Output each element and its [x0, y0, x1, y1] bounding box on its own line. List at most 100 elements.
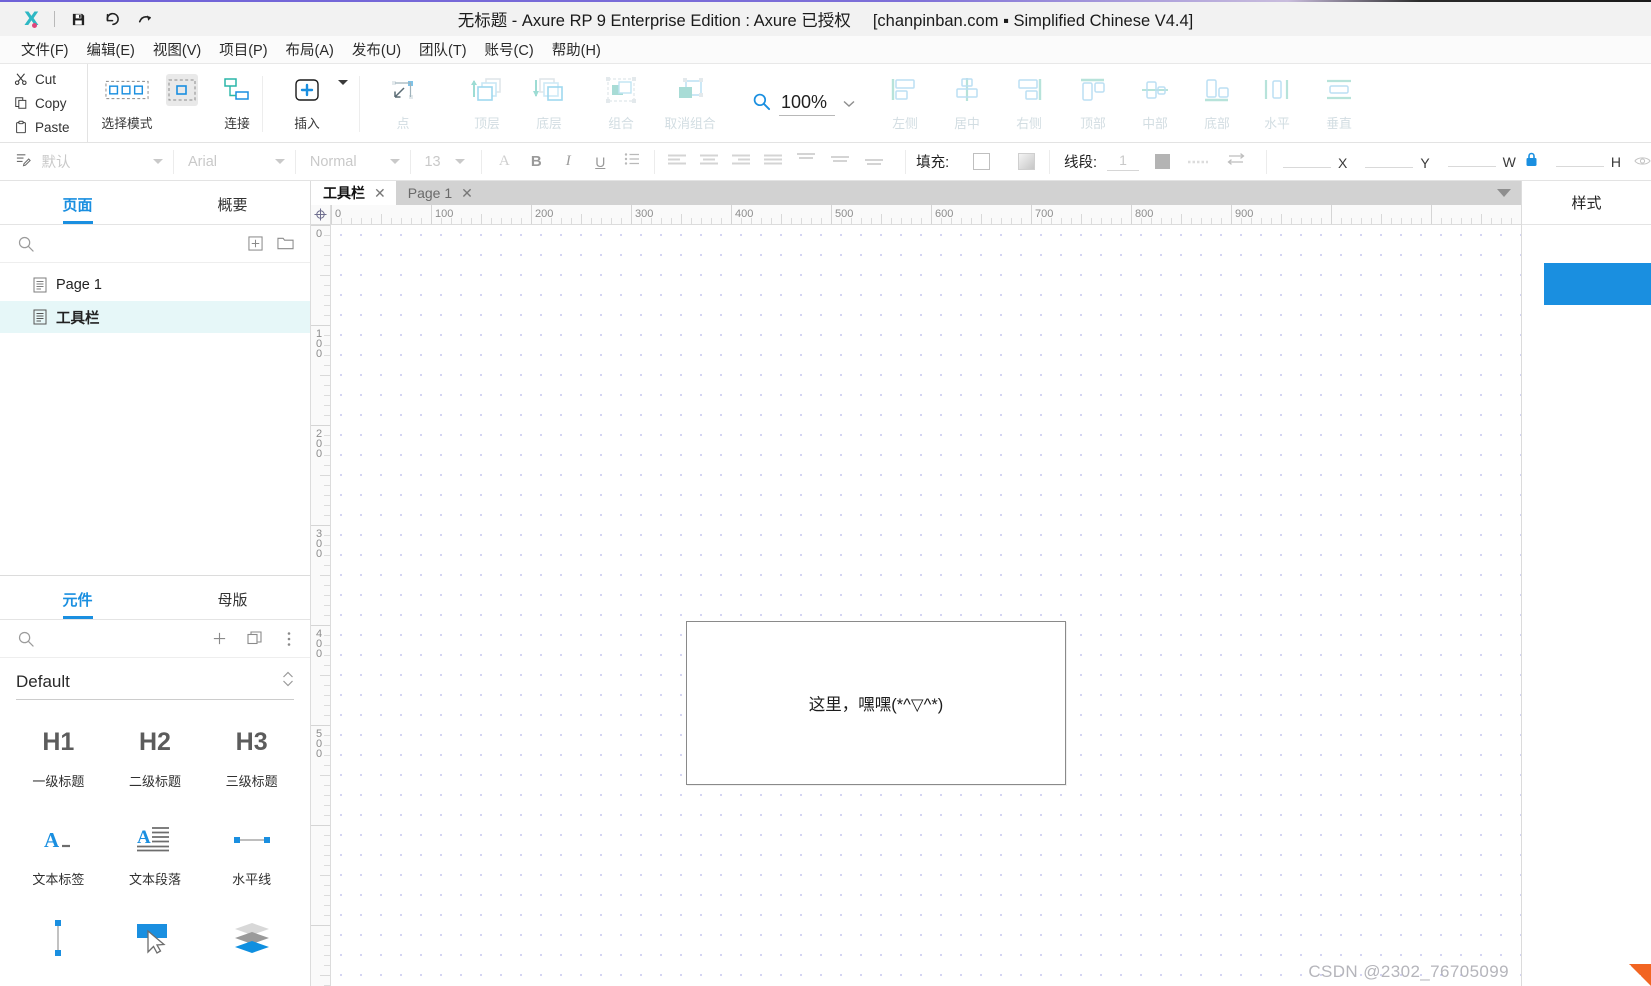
widget-horizontal-line[interactable]: 水平线 — [203, 812, 300, 910]
add-folder-icon[interactable] — [274, 233, 296, 255]
group-button[interactable]: 组合 — [590, 64, 652, 136]
widget-hotspot[interactable] — [107, 910, 204, 986]
menu-item-file[interactable]: 文件(F) — [12, 36, 78, 63]
search-icon[interactable] — [18, 236, 34, 252]
doc-tab-page-1[interactable]: Page 1 ✕ — [395, 181, 483, 205]
search-icon[interactable] — [18, 631, 34, 647]
fill-color-swatch[interactable] — [973, 153, 991, 170]
menu-item-view[interactable]: 视图(V) — [144, 36, 210, 63]
valign-top-button[interactable] — [789, 143, 823, 181]
font-size-select[interactable]: 13 — [410, 143, 473, 181]
redo-icon[interactable] — [129, 4, 163, 34]
canvas-shape-rectangle[interactable]: 这里，嘿嘿(*^▽^*) — [686, 621, 1066, 785]
doc-tab-toolbar[interactable]: 工具栏 ✕ — [311, 181, 396, 205]
selection-mode-button[interactable]: 选择模式 — [96, 64, 158, 136]
selection-mode-single-button[interactable] — [158, 64, 206, 136]
align-bottom-button[interactable]: 底部 — [1186, 64, 1248, 136]
w-field[interactable]: W — [1447, 152, 1538, 172]
horizontal-ruler[interactable]: 0 100 200 300 400 500 600 700 800 900 — [331, 205, 1521, 225]
duplicate-icon[interactable] — [244, 628, 266, 650]
ruler-origin-button[interactable] — [311, 205, 331, 225]
widget-heading-3[interactable]: H3 三级标题 — [203, 714, 300, 812]
bold-button[interactable]: B — [520, 143, 552, 181]
h-field[interactable]: H — [1555, 152, 1651, 172]
tab-style[interactable]: 样式 — [1522, 192, 1651, 213]
arrow-style-icon[interactable] — [1226, 152, 1246, 171]
close-icon[interactable]: ✕ — [461, 185, 473, 202]
distribute-horizontal-button[interactable]: 水平 — [1246, 64, 1308, 136]
connector-button[interactable]: 连接 — [206, 64, 268, 136]
tab-pages[interactable]: 页面 — [0, 194, 155, 224]
line-width-input[interactable]: 1 — [1107, 152, 1140, 171]
underline-button[interactable]: U — [584, 143, 616, 181]
more-options-icon[interactable] — [278, 628, 300, 650]
cut-button[interactable]: Cut — [8, 67, 87, 91]
widget-heading-2[interactable]: H2 二级标题 — [107, 714, 204, 812]
align-center-button[interactable]: 居中 — [936, 64, 998, 136]
font-weight-select[interactable]: Normal — [296, 143, 410, 181]
style-select[interactable]: 默认 — [15, 143, 174, 181]
menu-item-project[interactable]: 项目(P) — [210, 36, 276, 63]
undo-icon[interactable] — [95, 4, 129, 34]
page-tree-item-page-1[interactable]: Page 1 — [0, 269, 310, 301]
zoom-value[interactable]: 100% — [779, 92, 835, 116]
tab-masters[interactable]: 母版 — [155, 589, 310, 619]
tabs-overflow-button[interactable] — [1493, 181, 1515, 205]
vertical-ruler[interactable]: 0 100 200 300 400 500 — [311, 225, 331, 986]
valign-middle-button[interactable] — [823, 143, 857, 181]
text-align-center-button[interactable] — [693, 143, 725, 181]
distribute-vertical-button[interactable]: 垂直 — [1308, 64, 1370, 136]
align-middle-button[interactable]: 中部 — [1124, 64, 1186, 136]
library-select[interactable]: Default — [16, 664, 294, 700]
design-canvas[interactable]: 这里，嘿嘿(*^▽^*) CSDN @2302_76705099 — [331, 225, 1521, 986]
x-field[interactable]: X — [1282, 153, 1347, 171]
add-page-icon[interactable] — [244, 233, 266, 255]
zoom-control[interactable]: 100% — [752, 64, 855, 143]
close-icon[interactable]: ✕ — [374, 185, 386, 202]
style-preview-swatch[interactable] — [1544, 263, 1651, 305]
widget-vertical-line[interactable] — [10, 910, 107, 986]
font-color-button[interactable]: A — [488, 143, 520, 181]
copy-button[interactable]: Copy — [8, 91, 87, 115]
eye-icon[interactable] — [1634, 154, 1651, 172]
italic-button[interactable]: I — [552, 143, 584, 181]
tab-outline[interactable]: 概要 — [155, 194, 310, 224]
insert-dropdown-button[interactable] — [338, 64, 348, 103]
align-horizontal-group: 左侧 居中 右侧 — [874, 64, 1060, 143]
font-family-select[interactable]: Arial — [174, 143, 295, 181]
menu-item-team[interactable]: 团队(T) — [410, 36, 476, 63]
menu-item-layout[interactable]: 布局(A) — [277, 36, 343, 63]
paste-button[interactable]: Paste — [8, 115, 87, 139]
valign-bottom-button[interactable] — [857, 143, 891, 181]
gradient-swatch[interactable] — [1018, 153, 1036, 170]
bullet-list-button[interactable] — [616, 143, 648, 181]
menu-item-publish[interactable]: 发布(U) — [343, 36, 410, 63]
menu-item-account[interactable]: 账号(C) — [476, 36, 543, 63]
widget-text-label[interactable]: A 文本标签 — [10, 812, 107, 910]
text-align-left-button[interactable] — [661, 143, 693, 181]
widget-text-paragraph[interactable]: A 文本段落 — [107, 812, 204, 910]
widget-dynamic-panel[interactable] — [203, 910, 300, 986]
text-align-justify-button[interactable] — [757, 143, 789, 181]
zoom-chevron-down-icon[interactable] — [843, 95, 855, 113]
save-icon[interactable] — [61, 4, 95, 34]
bring-to-front-button[interactable]: 顶层 — [456, 64, 518, 136]
add-icon[interactable] — [208, 628, 230, 650]
text-align-right-button[interactable] — [725, 143, 757, 181]
menu-item-edit[interactable]: 编辑(E) — [78, 36, 144, 63]
y-field[interactable]: Y — [1365, 153, 1430, 171]
lock-icon[interactable] — [1525, 152, 1538, 172]
widget-heading-1[interactable]: H1 一级标题 — [10, 714, 107, 812]
align-left-button[interactable]: 左侧 — [874, 64, 936, 136]
point-button[interactable]: 点 — [372, 64, 434, 136]
send-to-back-button[interactable]: 底层 — [518, 64, 580, 136]
line-color-swatch[interactable] — [1155, 154, 1171, 169]
align-right-button[interactable]: 右侧 — [998, 64, 1060, 136]
tab-widgets[interactable]: 元件 — [0, 589, 155, 619]
insert-button[interactable]: 插入 — [276, 64, 338, 136]
ungroup-button[interactable]: 取消组合 — [652, 64, 728, 136]
align-top-button[interactable]: 顶部 — [1062, 64, 1124, 136]
menu-item-help[interactable]: 帮助(H) — [543, 36, 610, 63]
page-tree-item-toolbar[interactable]: 工具栏 — [0, 301, 310, 333]
line-style-icon[interactable] — [1188, 153, 1209, 171]
